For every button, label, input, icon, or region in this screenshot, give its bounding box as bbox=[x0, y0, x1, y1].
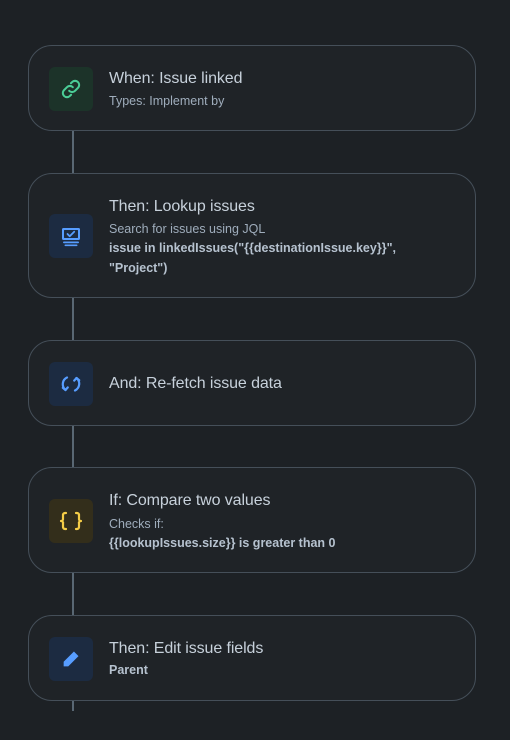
step-title: When: Issue linked bbox=[109, 70, 243, 87]
lookup-monitor-icon bbox=[49, 214, 93, 258]
action-lookup-issues-card[interactable]: Then: Lookup issues Search for issues us… bbox=[28, 173, 476, 298]
pencil-icon bbox=[49, 637, 93, 681]
automation-rule-flow: When: Issue linked Types: Implement by T… bbox=[0, 0, 510, 740]
curly-braces-icon bbox=[49, 499, 93, 543]
step-title: And: Re-fetch issue data bbox=[109, 375, 282, 392]
edited-field-name: Parent bbox=[109, 663, 148, 677]
condition-expression: {{lookupIssues.size}} is greater than 0 bbox=[109, 536, 336, 550]
step-subtitle: Search for issues using JQL bbox=[109, 222, 266, 236]
step-subtitle: Types: Implement by bbox=[109, 94, 225, 108]
flow-connector bbox=[72, 701, 74, 711]
step-title: If: Compare two values bbox=[109, 492, 271, 509]
flow-connector bbox=[72, 298, 74, 340]
flow-connector bbox=[72, 573, 74, 615]
action-edit-issue-fields-card[interactable]: Then: Edit issue fields Parent bbox=[28, 615, 476, 701]
condition-compare-values-card[interactable]: If: Compare two values Checks if: {{look… bbox=[28, 467, 476, 573]
step-title: Then: Lookup issues bbox=[109, 198, 255, 215]
trigger-issue-linked-card[interactable]: When: Issue linked Types: Implement by bbox=[28, 45, 476, 131]
link-icon bbox=[49, 67, 93, 111]
jql-query: issue in linkedIssues("{{destinationIssu… bbox=[109, 241, 396, 275]
refresh-icon bbox=[49, 362, 93, 406]
step-subtitle: Checks if: bbox=[109, 517, 164, 531]
flow-connector bbox=[72, 426, 74, 467]
flow-connector bbox=[72, 131, 74, 173]
step-title: Then: Edit issue fields bbox=[109, 640, 264, 657]
action-refetch-issue-card[interactable]: And: Re-fetch issue data bbox=[28, 340, 476, 426]
